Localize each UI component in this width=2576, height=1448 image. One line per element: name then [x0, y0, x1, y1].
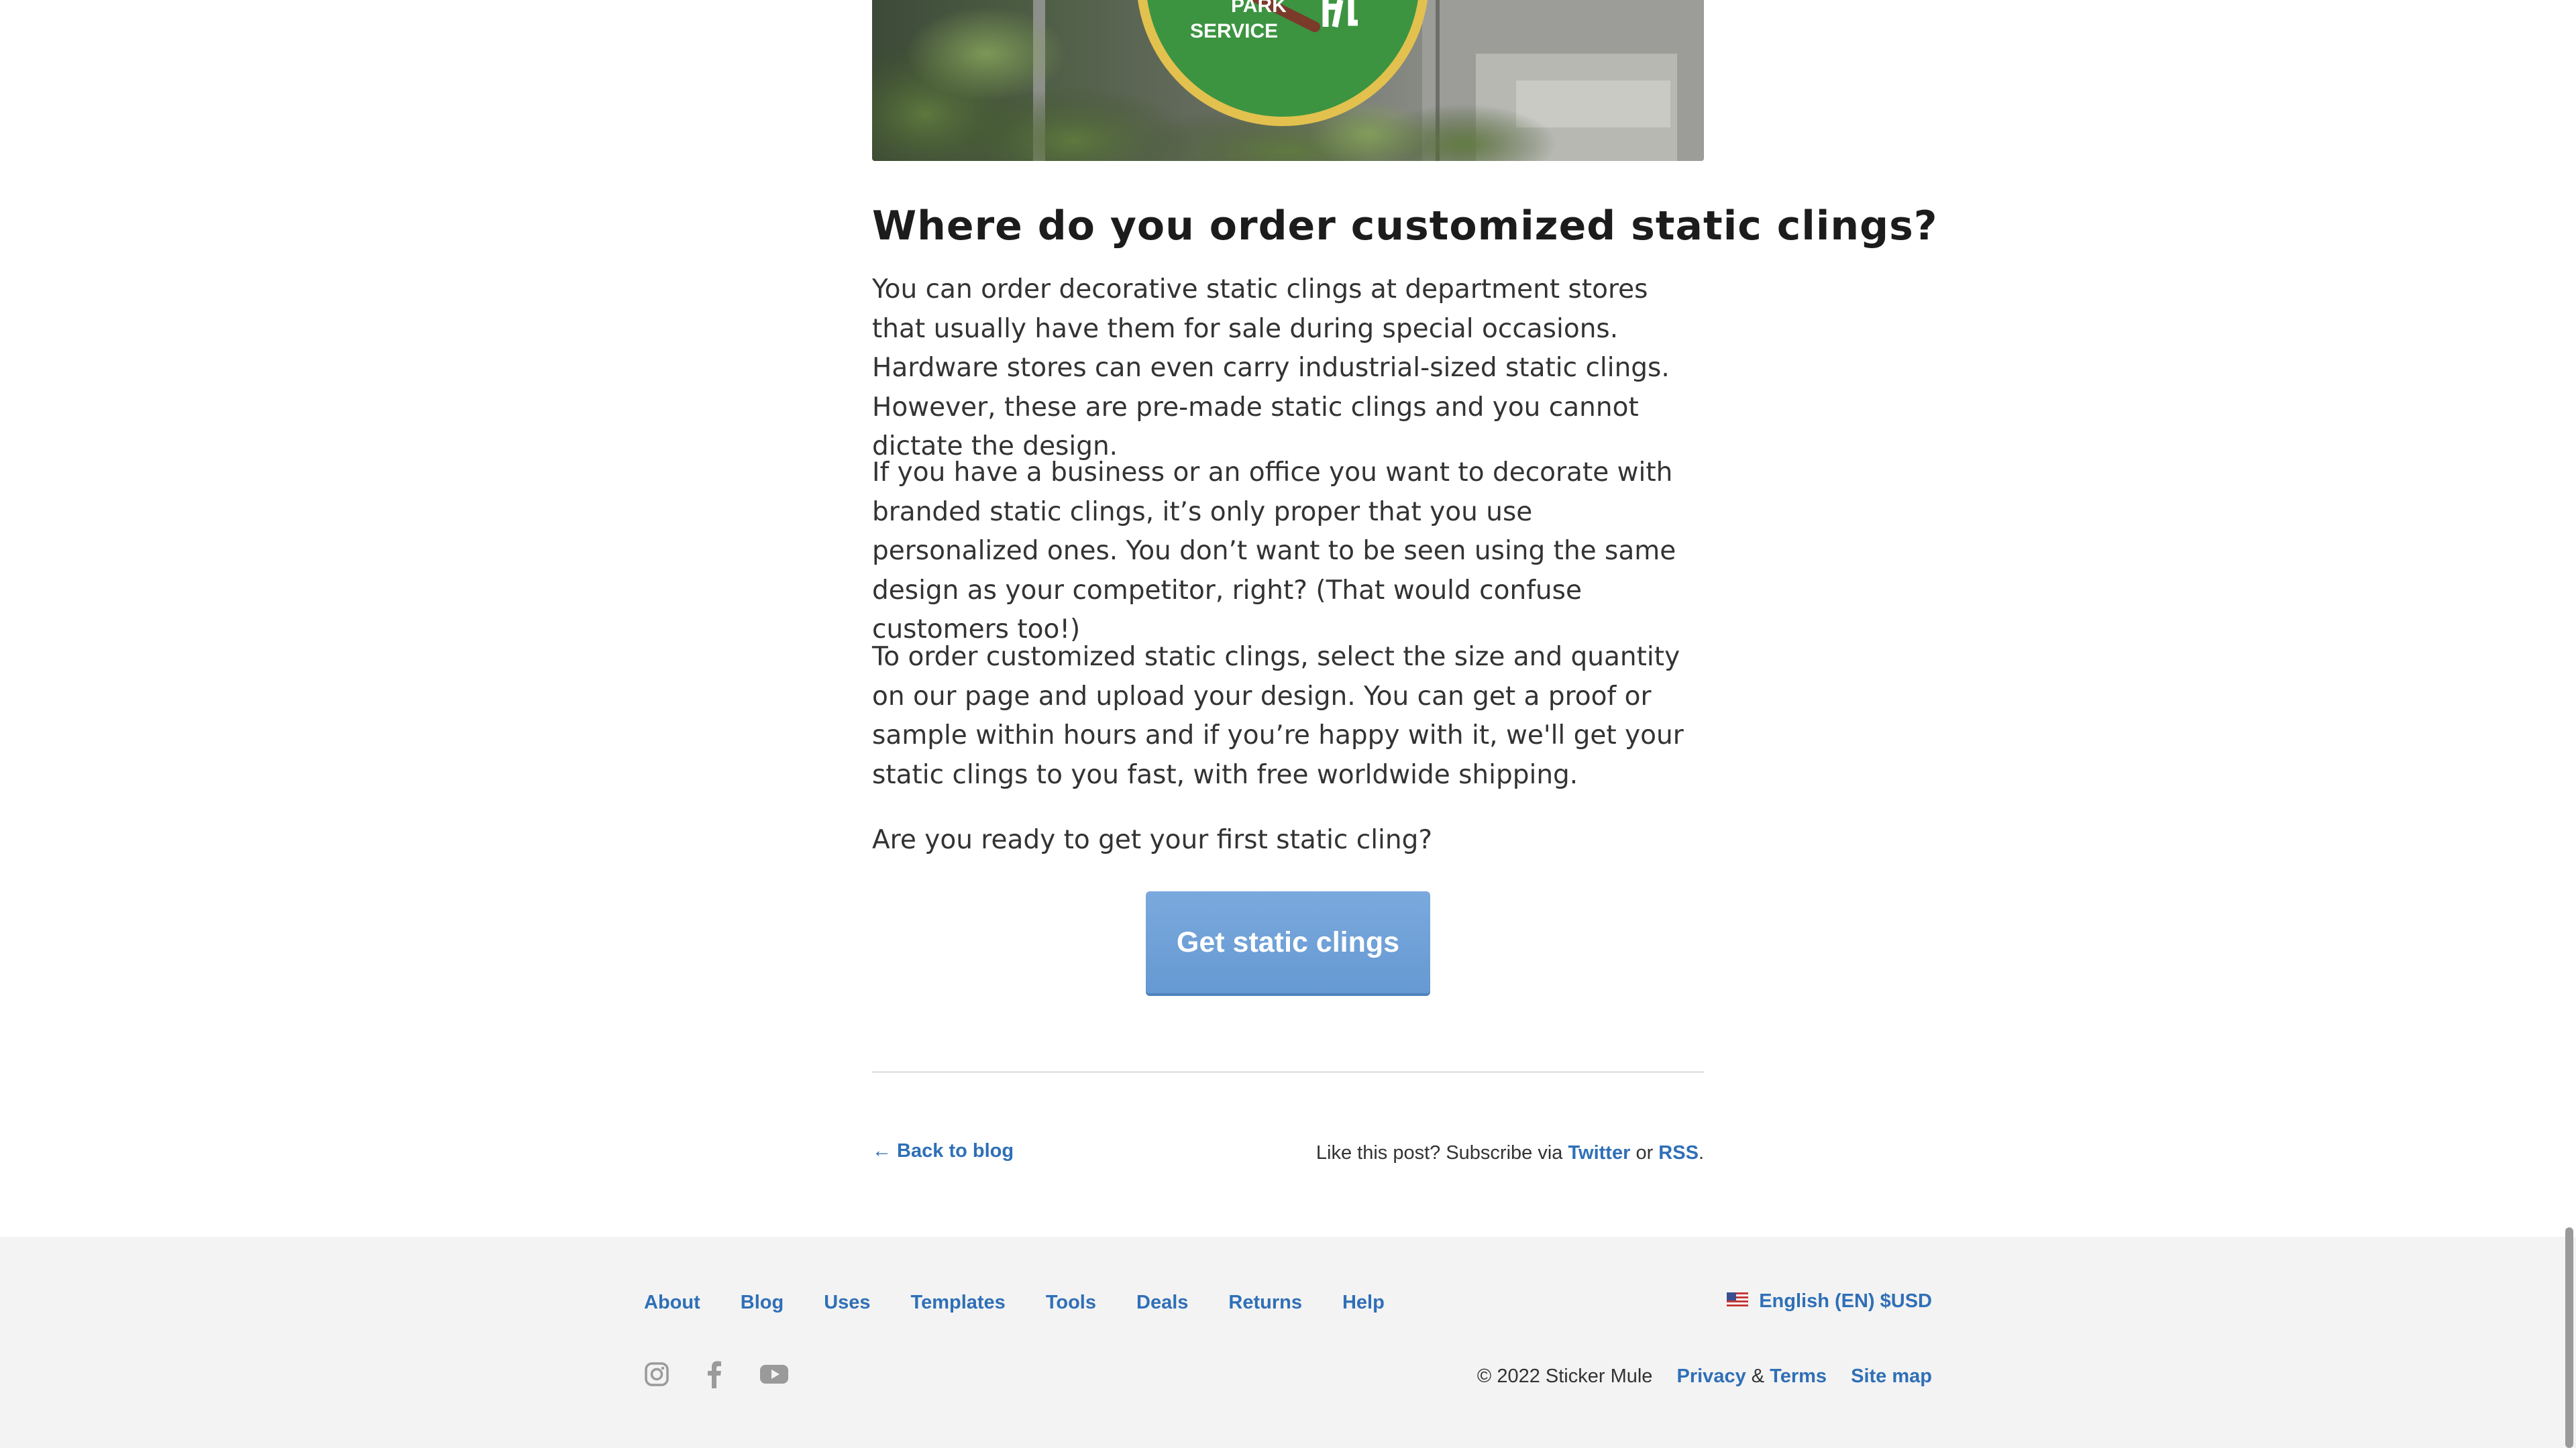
hero-image: PARK SERVICE: [872, 0, 1704, 161]
footer-link-returns[interactable]: Returns: [1228, 1292, 1302, 1314]
footer-nav: About Blog Uses Templates Tools Deals Re…: [644, 1292, 1425, 1314]
terms-link[interactable]: Terms: [1770, 1366, 1827, 1387]
site-footer: About Blog Uses Templates Tools Deals Re…: [0, 1237, 2576, 1448]
paragraph-1: You can order decorative static clings a…: [872, 274, 1670, 461]
footer-link-templates[interactable]: Templates: [911, 1292, 1006, 1314]
page: PARK SERVICE Where do you order customiz…: [0, 0, 2576, 1448]
instagram-icon[interactable]: [644, 1361, 669, 1390]
copyright-text: © 2022 Sticker Mule: [1477, 1366, 1653, 1387]
or-text: or: [1635, 1142, 1654, 1164]
scrollbar-thumb[interactable]: [2565, 1227, 2573, 1448]
hero-sign-line2: SERVICE: [1190, 20, 1278, 42]
ampersand-text: &: [1751, 1366, 1765, 1387]
hero-sign-line1: PARK: [1231, 0, 1287, 17]
youtube-icon[interactable]: [759, 1363, 789, 1388]
get-static-clings-button[interactable]: Get static clings: [1146, 891, 1430, 993]
us-flag-icon: [1727, 1290, 1749, 1313]
privacy-link[interactable]: Privacy: [1677, 1366, 1746, 1387]
facebook-icon[interactable]: [702, 1360, 727, 1392]
site-map-link[interactable]: Site map: [1851, 1366, 1932, 1387]
period-text: .: [1698, 1142, 1704, 1164]
footer-link-tools[interactable]: Tools: [1046, 1292, 1096, 1314]
language-label: English (EN) $USD: [1759, 1290, 1932, 1312]
footer-link-blog[interactable]: Blog: [741, 1292, 784, 1314]
paragraph-3: To order customized static clings, selec…: [872, 642, 1684, 790]
footer-link-uses[interactable]: Uses: [824, 1292, 870, 1314]
page-scrollbar[interactable]: [2563, 0, 2576, 1448]
subscribe-text: Like this post? Subscribe via: [1316, 1142, 1563, 1164]
subscribe-line: Like this post? Subscribe via Twitter or…: [1316, 1142, 1704, 1164]
legal-line: © 2022 Sticker Mule Privacy & Terms Site…: [1477, 1366, 1932, 1388]
paragraph-2: If you have a business or an office you …: [872, 457, 1676, 645]
language-selector[interactable]: English (EN) $USD: [1727, 1290, 1932, 1313]
section-heading: Where do you order customized static cli…: [872, 203, 1938, 249]
hero-illustration: PARK SERVICE: [872, 0, 1704, 161]
paragraph-4: Are you ready to get your first static c…: [872, 825, 1433, 855]
footer-link-deals[interactable]: Deals: [1136, 1292, 1188, 1314]
back-to-blog-link[interactable]: ← Back to blog: [872, 1140, 1014, 1162]
footer-link-help[interactable]: Help: [1342, 1292, 1385, 1314]
social-links: [644, 1360, 821, 1392]
rss-link[interactable]: RSS: [1658, 1142, 1699, 1164]
footer-link-about[interactable]: About: [644, 1292, 700, 1314]
twitter-link[interactable]: Twitter: [1568, 1142, 1630, 1164]
divider: [872, 1071, 1704, 1073]
